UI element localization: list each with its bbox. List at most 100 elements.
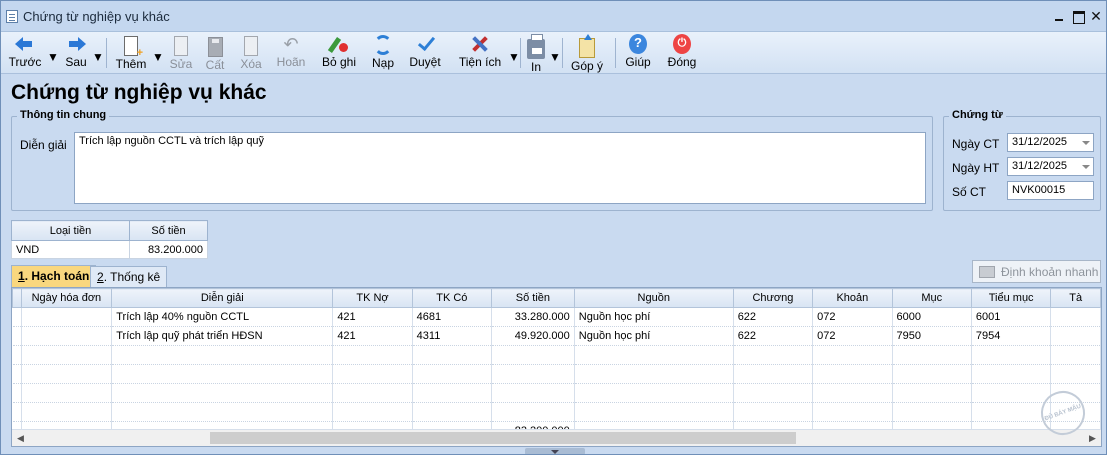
empty-row[interactable] <box>12 345 1101 365</box>
date-ct-label: Ngày CT <box>952 137 1000 151</box>
horizontal-scrollbar[interactable]: ◀ ▶ <box>12 429 1101 446</box>
title-bar: Chứng từ nghiệp vụ khác ✕ <box>1 1 1106 32</box>
cell-description[interactable]: Trích lập quỹ phát triển HĐSN <box>111 326 334 346</box>
cell-debit-account[interactable]: 421 <box>332 326 413 346</box>
toolbar: Trước ▼ Sau ▼ Thêm ▼ Sửa Cất Xóa ↶ Hoãn <box>1 32 1106 74</box>
prev-button[interactable]: Trước <box>7 34 43 72</box>
col-source[interactable]: Nguồn <box>573 288 734 308</box>
cell-chapter[interactable]: 622 <box>733 326 814 346</box>
edit-button[interactable]: Sửa <box>167 34 195 72</box>
prev-dropdown-arrow[interactable]: ▼ <box>47 50 59 64</box>
arrow-right-icon <box>66 34 86 54</box>
number-label: Số CT <box>952 185 987 199</box>
date-ht-field[interactable]: 31/12/2025 <box>1007 157 1094 176</box>
general-info-group: Thông tin chung Diễn giải Trích lập nguồ… <box>11 109 933 211</box>
delete-button[interactable]: Xóa <box>237 34 265 72</box>
col-description[interactable]: Diễn giải <box>111 288 334 308</box>
minimize-button[interactable] <box>1051 8 1067 24</box>
cell-amount[interactable]: 49.920.000 <box>491 326 575 346</box>
col-amount[interactable]: Số tiền <box>491 288 575 308</box>
row-indicator <box>12 307 22 327</box>
utilities-button[interactable]: Tiện ích <box>455 34 505 72</box>
quick-entry-label: Định khoản nhanh <box>1001 265 1099 279</box>
window-title: Chứng từ nghiệp vụ khác <box>23 9 170 24</box>
next-dropdown-arrow[interactable]: ▼ <box>92 50 104 64</box>
tab-accounting[interactable]: 1. Hạch toán <box>11 265 97 287</box>
close-window-button[interactable]: ✕ <box>1088 8 1104 24</box>
table-row[interactable]: Trích lập quỹ phát triển HĐSN 421 4311 4… <box>12 326 1101 346</box>
number-field[interactable]: NVK00015 <box>1007 181 1094 200</box>
empty-row[interactable] <box>12 402 1101 422</box>
currency-type-cell[interactable]: VND <box>11 240 130 259</box>
dropdown-arrow-icon[interactable] <box>1082 141 1090 145</box>
cell-credit-account[interactable]: 4311 <box>412 326 493 346</box>
col-credit-account[interactable]: TK Có <box>411 288 493 308</box>
print-button[interactable]: In <box>525 34 547 74</box>
undo-button[interactable]: ↶ Hoãn <box>273 34 309 72</box>
scroll-left-icon[interactable]: ◀ <box>12 430 29 446</box>
cell-source[interactable]: Nguồn học phí <box>574 307 734 327</box>
undo-icon: ↶ <box>283 34 299 54</box>
cell-subitem[interactable]: 6001 <box>971 307 1052 327</box>
cell-debit-account[interactable]: 421 <box>332 307 413 327</box>
unpost-icon <box>329 34 349 54</box>
tab-statistics[interactable]: 2. Thống kê <box>90 266 168 287</box>
cell-invoice-date[interactable] <box>21 307 113 327</box>
empty-row[interactable] <box>12 383 1101 403</box>
table-row[interactable]: Trích lập 40% nguồn CCTL 421 4681 33.280… <box>12 307 1101 327</box>
add-button[interactable]: Thêm <box>113 34 149 72</box>
cell-section[interactable]: 072 <box>812 307 893 327</box>
tools-icon <box>470 34 490 54</box>
dropdown-arrow-icon[interactable] <box>1082 165 1090 169</box>
maximize-button[interactable] <box>1070 8 1086 24</box>
add-dropdown-arrow[interactable]: ▼ <box>152 50 164 64</box>
approve-button[interactable]: Duyệt <box>407 34 443 72</box>
feedback-button[interactable]: Góp ý <box>569 34 605 73</box>
save-button[interactable]: Cất <box>201 34 229 72</box>
col-item[interactable]: Mục <box>891 288 972 308</box>
col-invoice-date[interactable]: Ngày hóa đơn <box>20 288 113 308</box>
next-button[interactable]: Sau <box>61 34 91 72</box>
col-section[interactable]: Khoản <box>812 288 893 308</box>
description-input[interactable]: Trích lập nguồn CCTL và trích lập quỹ <box>74 132 926 204</box>
print-dropdown-arrow[interactable]: ▼ <box>549 50 561 64</box>
cell-more[interactable] <box>1050 326 1101 346</box>
cell-invoice-date[interactable] <box>21 326 113 346</box>
scrollbar-thumb[interactable] <box>210 432 796 444</box>
cell-item[interactable]: 7950 <box>892 326 972 346</box>
date-ht-value: 31/12/2025 <box>1012 160 1068 172</box>
empty-row[interactable] <box>12 364 1101 384</box>
row-indicator-header <box>12 288 22 308</box>
document-icon <box>6 10 18 23</box>
unpost-button[interactable]: Bỏ ghi <box>319 34 359 72</box>
check-icon <box>416 34 434 54</box>
date-ct-field[interactable]: 31/12/2025 <box>1007 133 1094 152</box>
collapse-splitter[interactable] <box>525 448 585 454</box>
scroll-right-icon[interactable]: ▶ <box>1084 430 1101 446</box>
reload-button[interactable]: Nạp <box>369 34 397 72</box>
power-icon: ⏻ <box>673 34 691 54</box>
cell-credit-account[interactable]: 4681 <box>412 307 493 327</box>
cell-section[interactable]: 072 <box>812 326 893 346</box>
cell-chapter[interactable]: 622 <box>733 307 814 327</box>
quick-entry-button[interactable]: Định khoản nhanh <box>972 260 1101 283</box>
col-subitem[interactable]: Tiểu mục <box>970 288 1052 308</box>
cell-item[interactable]: 6000 <box>892 307 972 327</box>
cell-amount[interactable]: 33.280.000 <box>491 307 575 327</box>
cell-description[interactable]: Trích lập 40% nguồn CCTL <box>111 307 334 327</box>
close-button[interactable]: ⏻ Đóng <box>665 34 699 72</box>
cell-more[interactable] <box>1050 307 1101 327</box>
tab-statistics-label: . Thống kê <box>103 270 161 284</box>
cell-source[interactable]: Nguồn học phí <box>574 326 734 346</box>
cell-subitem[interactable]: 7954 <box>971 326 1052 346</box>
currency-type-header: Loại tiền <box>11 220 130 241</box>
col-chapter[interactable]: Chương <box>732 288 814 308</box>
currency-table: Loại tiền Số tiền VND 83.200.000 <box>11 220 208 259</box>
help-icon: ? <box>629 34 647 54</box>
accounting-table: Ngày hóa đơn Diễn giải TK Nợ TK Có Số ti… <box>12 288 1101 441</box>
col-more[interactable]: Tà <box>1050 288 1101 308</box>
help-button[interactable]: ? Giúp <box>623 34 653 72</box>
currency-amount-cell[interactable]: 83.200.000 <box>129 240 208 259</box>
col-debit-account[interactable]: TK Nợ <box>332 288 413 308</box>
utilities-dropdown-arrow[interactable]: ▼ <box>508 50 520 64</box>
